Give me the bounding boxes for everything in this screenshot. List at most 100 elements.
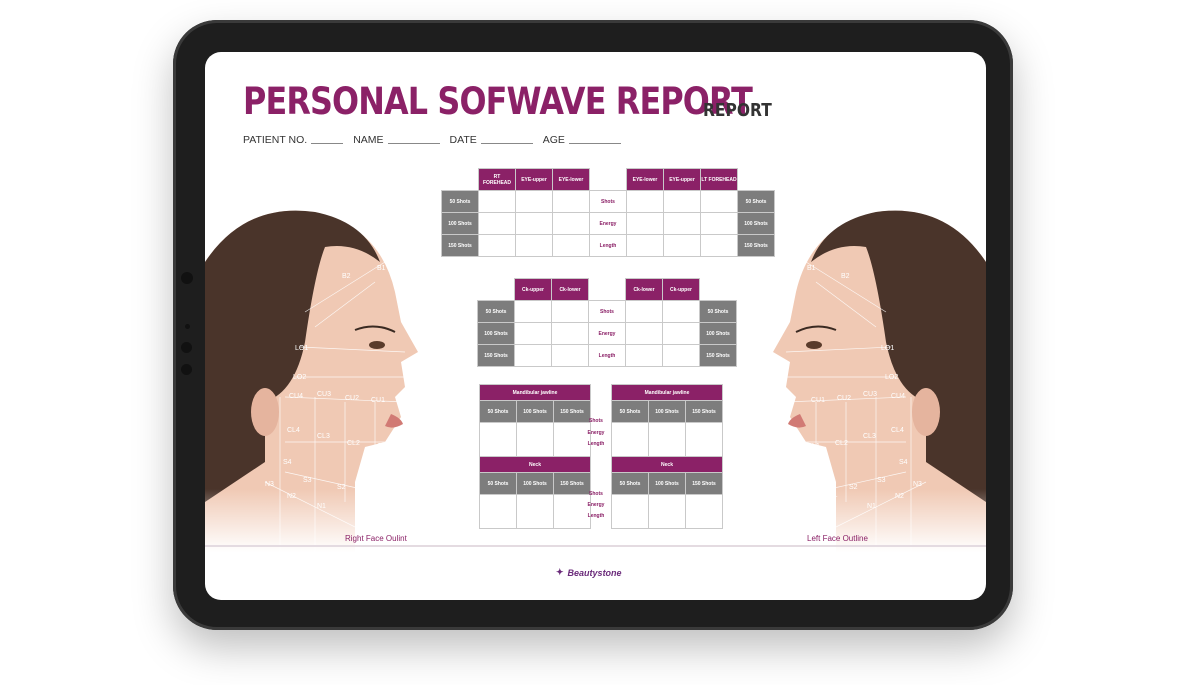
- section-header: Mandibular jawline: [479, 384, 591, 401]
- right-face-caption: Right Face Oulint: [345, 534, 407, 543]
- section-header: Mandibular jawline: [611, 384, 723, 401]
- row-header: 100 Shots: [441, 212, 479, 235]
- entry-cell[interactable]: [551, 344, 589, 367]
- cheek-table: Ck-upper Ck-lower Ck-lower Ck-upper 50 S…: [477, 278, 737, 367]
- entry-cell[interactable]: [514, 344, 552, 367]
- entry-cell[interactable]: [514, 300, 552, 323]
- patient-no-field[interactable]: PATIENT NO.: [243, 134, 344, 146]
- metric-label: Shots: [589, 491, 603, 497]
- entry-cell[interactable]: [479, 494, 517, 529]
- entry-cell[interactable]: [479, 422, 517, 457]
- bottom-divider: [205, 545, 986, 547]
- patient-fields: PATIENT NO. NAME DATE AGE: [243, 134, 621, 146]
- right-face-illustration: B1B2 LO1LO2 CU4CU3CU2CU1 CL4CL3CL2CL1 S4…: [205, 202, 450, 552]
- entry-cell[interactable]: [553, 422, 591, 457]
- report-screen: PERSONAL SOFWAVE REPORT REPORT PATIENT N…: [205, 52, 986, 600]
- neck-table-left: Neck 50 Shots 100 Shots 150 Shots: [611, 456, 723, 529]
- entry-cell[interactable]: [611, 494, 649, 529]
- row-header: 50 Shots: [441, 190, 479, 213]
- entry-cell[interactable]: [553, 494, 591, 529]
- col-header: LT FOREHEAD: [700, 168, 738, 191]
- neck-table-right: Neck 50 Shots 100 Shots 150 Shots: [479, 456, 591, 529]
- col-header: 100 Shots: [648, 400, 686, 423]
- entry-cell[interactable]: [625, 344, 663, 367]
- entry-cell[interactable]: [516, 494, 554, 529]
- col-header: Ck-upper: [662, 278, 700, 301]
- col-header: 150 Shots: [685, 472, 723, 495]
- left-face-illustration: B1B2 LO1LO2 CU1CU2CU3CU4 CL1CL2CL3CL4 S1…: [741, 202, 986, 552]
- entry-cell[interactable]: [662, 344, 700, 367]
- entry-cell[interactable]: [552, 234, 590, 257]
- sensor-dot: [185, 324, 190, 329]
- entry-cell[interactable]: [626, 212, 664, 235]
- entry-cell[interactable]: [514, 322, 552, 345]
- metric-label: Length: [588, 344, 626, 367]
- entry-cell[interactable]: [478, 212, 516, 235]
- entry-cell[interactable]: [515, 190, 553, 213]
- col-header: 100 Shots: [648, 472, 686, 495]
- col-header: Ck-upper: [514, 278, 552, 301]
- entry-cell[interactable]: [515, 234, 553, 257]
- row-header: 50 Shots: [477, 300, 515, 323]
- entry-cell[interactable]: [516, 422, 554, 457]
- col-header: 50 Shots: [611, 400, 649, 423]
- name-field[interactable]: NAME: [353, 134, 440, 146]
- entry-cell[interactable]: [648, 422, 686, 457]
- metric-label: Length: [587, 513, 605, 519]
- metric-label: Shots: [588, 300, 626, 323]
- entry-cell[interactable]: [551, 322, 589, 345]
- section-header: Neck: [479, 456, 591, 473]
- row-header: 100 Shots: [737, 212, 775, 235]
- metric-label: Length: [589, 234, 627, 257]
- col-header: RT FOREHEAD: [478, 168, 516, 191]
- col-header: 100 Shots: [516, 400, 554, 423]
- entry-cell[interactable]: [700, 190, 738, 213]
- entry-cell[interactable]: [662, 322, 700, 345]
- metric-label: Energy: [589, 212, 627, 235]
- col-header: Ck-lower: [551, 278, 589, 301]
- entry-cell[interactable]: [552, 212, 590, 235]
- metric-label: Energy: [587, 430, 605, 436]
- row-header: 150 Shots: [441, 234, 479, 257]
- entry-cell[interactable]: [685, 494, 723, 529]
- entry-cell[interactable]: [626, 234, 664, 257]
- entry-cell[interactable]: [700, 212, 738, 235]
- entry-cell[interactable]: [625, 300, 663, 323]
- col-header: 50 Shots: [479, 472, 517, 495]
- entry-cell[interactable]: [478, 190, 516, 213]
- camera-dot: [181, 272, 193, 284]
- entry-cell[interactable]: [611, 422, 649, 457]
- date-field[interactable]: DATE: [450, 134, 533, 146]
- report-title: PERSONAL SOFWAVE REPORT: [243, 80, 753, 123]
- col-header: Ck-lower: [625, 278, 663, 301]
- entry-cell[interactable]: [685, 422, 723, 457]
- entry-cell[interactable]: [663, 212, 701, 235]
- age-field[interactable]: AGE: [543, 134, 621, 146]
- brand-name: Beautystone: [567, 567, 622, 578]
- left-face-caption: Left Face Outline: [807, 534, 868, 543]
- row-header: 50 Shots: [699, 300, 737, 323]
- entry-cell[interactable]: [552, 190, 590, 213]
- entry-cell[interactable]: [663, 234, 701, 257]
- entry-cell[interactable]: [626, 190, 664, 213]
- col-header: EYE-upper: [663, 168, 701, 191]
- col-header: 50 Shots: [611, 472, 649, 495]
- row-header: 150 Shots: [477, 344, 515, 367]
- entry-cell[interactable]: [625, 322, 663, 345]
- entry-cell[interactable]: [515, 212, 553, 235]
- entry-cell[interactable]: [551, 300, 589, 323]
- col-header: 100 Shots: [516, 472, 554, 495]
- jawline-table-left: Mandibular jawline 50 Shots 100 Shots 15…: [611, 384, 723, 457]
- sensor-dot: [181, 364, 192, 375]
- col-header: EYE-upper: [515, 168, 553, 191]
- entry-cell[interactable]: [662, 300, 700, 323]
- row-header: 100 Shots: [699, 322, 737, 345]
- col-header: 150 Shots: [685, 400, 723, 423]
- entry-cell[interactable]: [478, 234, 516, 257]
- jawline-table-right: Mandibular jawline 50 Shots 100 Shots 15…: [479, 384, 591, 457]
- entry-cell[interactable]: [700, 234, 738, 257]
- metric-label: Length: [587, 441, 605, 447]
- entry-cell[interactable]: [663, 190, 701, 213]
- metric-label: Energy: [588, 322, 626, 345]
- entry-cell[interactable]: [648, 494, 686, 529]
